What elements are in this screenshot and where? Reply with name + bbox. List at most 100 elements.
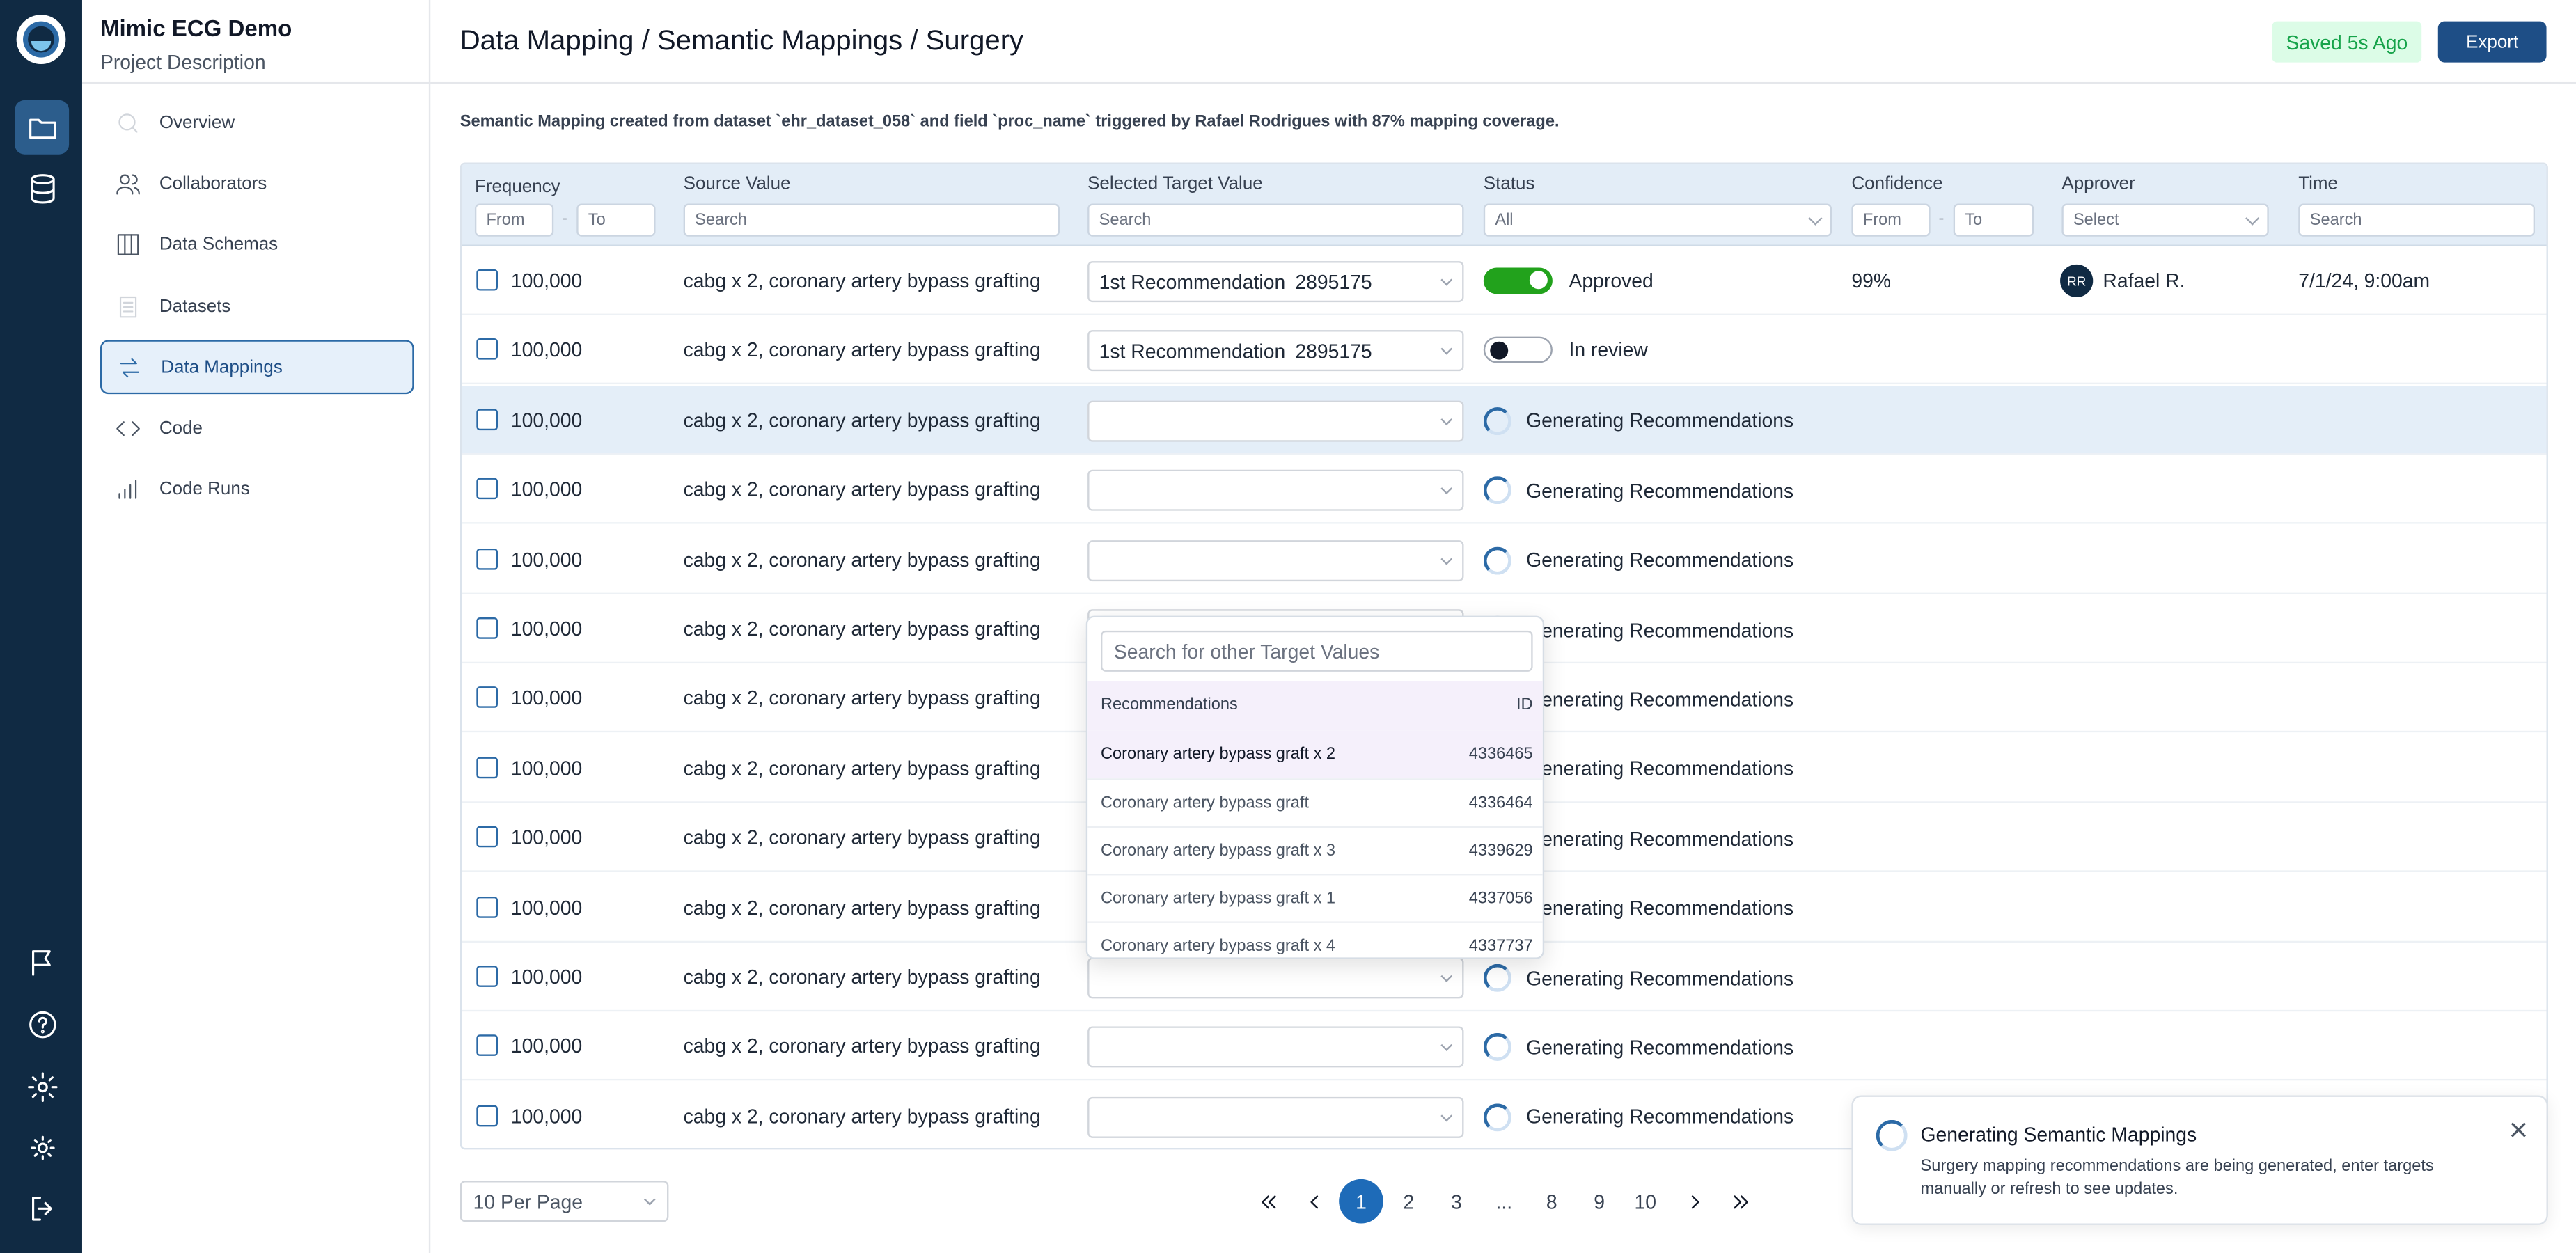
recommendation-option[interactable]: Coronary artery bypass graft x 2 4336465	[1087, 730, 1543, 779]
sidebar-item-label: Code	[159, 418, 203, 438]
frequency-to-input[interactable]: To	[576, 203, 656, 237]
row-checkbox[interactable]	[476, 269, 498, 291]
source-value-cell: cabg x 2, coronary artery bypass graftin…	[683, 1035, 1041, 1059]
page-8-button[interactable]: 8	[1530, 1179, 1574, 1224]
row-checkbox[interactable]	[476, 547, 498, 569]
logout-rail-button[interactable]	[15, 1181, 69, 1235]
target-value-label: 1st Recommendation	[1099, 340, 1286, 363]
chevron-down-icon	[1440, 482, 1453, 495]
column-header-time[interactable]: Time	[2298, 174, 2338, 194]
recommendation-option[interactable]: Coronary artery bypass graft x 3 4339629	[1087, 826, 1543, 874]
page-9-button[interactable]: 9	[1577, 1179, 1621, 1224]
frequency-cell: 100,000	[510, 826, 583, 850]
next-page-button[interactable]	[1672, 1179, 1717, 1224]
row-checkbox[interactable]	[476, 757, 498, 778]
spinner-icon	[1483, 1103, 1511, 1131]
column-header-frequency[interactable]: Frequency	[475, 178, 560, 197]
table-row[interactable]: 100,000 cabg x 2, coronary artery bypass …	[462, 316, 2547, 385]
target-search-input[interactable]: Search for other Target Values	[1100, 630, 1533, 672]
target-value-select[interactable]: 1st Recommendation 2895175	[1087, 331, 1464, 372]
column-header-target-value[interactable]: Selected Target Value	[1087, 174, 1263, 194]
row-checkbox[interactable]	[476, 1035, 498, 1057]
row-checkbox[interactable]	[476, 966, 498, 987]
projects-rail-button[interactable]	[15, 100, 70, 155]
prev-page-button[interactable]	[1291, 1179, 1336, 1224]
column-header-source-value[interactable]: Source Value	[684, 174, 791, 194]
page-10-button[interactable]: 10	[1623, 1179, 1667, 1224]
target-value-select[interactable]	[1087, 470, 1464, 512]
page-3-button[interactable]: 3	[1434, 1179, 1479, 1224]
column-header-confidence[interactable]: Confidence	[1851, 174, 1942, 194]
per-page-select[interactable]: 10 Per Page	[460, 1181, 669, 1222]
frequency-from-input[interactable]: From	[474, 203, 554, 237]
table-row[interactable]: 100,000 cabg x 2, coronary artery bypass …	[462, 385, 2547, 455]
recommendation-option[interactable]: Coronary artery bypass graft x 4 4337737	[1087, 921, 1543, 957]
target-value-select[interactable]	[1087, 957, 1464, 999]
target-value-select[interactable]: 1st Recommendation 2895175	[1087, 261, 1464, 303]
export-button[interactable]: Export	[2437, 21, 2547, 63]
close-icon	[2511, 1122, 2527, 1137]
time-search-input[interactable]: Search	[2298, 203, 2536, 237]
target-value-search-input[interactable]: Search	[1087, 203, 1464, 237]
row-checkbox[interactable]	[476, 478, 498, 500]
row-checkbox[interactable]	[476, 826, 498, 848]
spinner-icon	[1483, 476, 1511, 505]
first-page-button[interactable]	[1246, 1179, 1290, 1224]
table-row[interactable]: 100,000 cabg x 2, coronary artery bypass …	[462, 455, 2547, 524]
sidebar-item-code[interactable]: Code	[100, 401, 414, 455]
approver-filter-value: Select	[2073, 211, 2119, 230]
theme-rail-button[interactable]	[15, 1120, 69, 1174]
option-name: Coronary artery bypass graft x 1	[1100, 890, 1336, 908]
status-filter-select[interactable]: All	[1483, 203, 1832, 237]
row-checkbox[interactable]	[476, 408, 498, 430]
approval-toggle[interactable]	[1483, 337, 1553, 364]
toast-close-button[interactable]	[2511, 1117, 2527, 1137]
sun-icon	[29, 1135, 54, 1160]
confidence-from-input[interactable]: From	[1851, 203, 1931, 237]
target-value-select[interactable]	[1087, 1096, 1464, 1138]
table-row[interactable]: 100,000 cabg x 2, coronary artery bypass …	[462, 1012, 2547, 1082]
sidebar-item-overview[interactable]: Overview	[100, 95, 414, 150]
table-row[interactable]: 100,000 cabg x 2, coronary artery bypass …	[462, 246, 2547, 315]
database-rail-button[interactable]	[15, 161, 69, 215]
help-rail-button[interactable]	[15, 997, 69, 1051]
column-header-approver[interactable]: Approver	[2061, 174, 2135, 194]
sidebar-item-label: Overview	[159, 112, 235, 132]
status-label: Generating Recommendations	[1526, 1105, 1794, 1129]
confidence-to-input[interactable]: To	[1953, 203, 2034, 237]
row-checkbox[interactable]	[476, 687, 498, 709]
sidebar-item-data-mappings[interactable]: Data Mappings	[100, 340, 414, 395]
sidebar-item-code-runs[interactable]: Code Runs	[100, 462, 414, 516]
page-1-button[interactable]: 1	[1339, 1179, 1383, 1224]
sidebar-item-data-schemas[interactable]: Data Schemas	[100, 216, 414, 271]
chevron-down-icon	[1440, 970, 1453, 982]
sidebar-item-collaborators[interactable]: Collaborators	[100, 156, 414, 210]
frequency-cell: 100,000	[510, 757, 583, 780]
row-checkbox[interactable]	[476, 617, 498, 639]
frequency-cell: 100,000	[510, 269, 583, 292]
row-checkbox[interactable]	[476, 1105, 498, 1126]
source-value-search-input[interactable]: Search	[683, 203, 1060, 237]
settings-rail-button[interactable]	[15, 1059, 69, 1114]
row-checkbox[interactable]	[476, 338, 498, 361]
app-logo[interactable]	[16, 15, 66, 65]
flag-rail-button[interactable]	[15, 934, 69, 988]
column-header-status[interactable]: Status	[1484, 174, 1535, 194]
frequency-cell: 100,000	[510, 1105, 583, 1128]
recommendation-option[interactable]: Coronary artery bypass graft 4336464	[1087, 778, 1543, 826]
generating-toast: Generating Semantic Mappings Surgery map…	[1851, 1095, 2548, 1225]
sidebar-item-datasets[interactable]: Datasets	[100, 279, 414, 333]
status-label: Approved	[1569, 269, 1654, 292]
table-row[interactable]: 100,000 cabg x 2, coronary artery bypass …	[462, 525, 2547, 594]
target-value-select[interactable]	[1087, 539, 1464, 581]
frequency-cell: 100,000	[510, 547, 583, 572]
approval-toggle[interactable]	[1483, 267, 1553, 294]
status-cell: Generating Recommendations	[1483, 476, 1793, 505]
row-checkbox[interactable]	[476, 896, 498, 917]
approver-filter-select[interactable]: Select	[2061, 203, 2269, 237]
page-2-button[interactable]: 2	[1387, 1179, 1431, 1224]
target-value-select[interactable]	[1087, 400, 1464, 442]
recommendation-option[interactable]: Coronary artery bypass graft x 1 4337056	[1087, 874, 1543, 921]
target-value-select[interactable]	[1087, 1027, 1464, 1069]
last-page-button[interactable]	[1718, 1179, 1763, 1224]
